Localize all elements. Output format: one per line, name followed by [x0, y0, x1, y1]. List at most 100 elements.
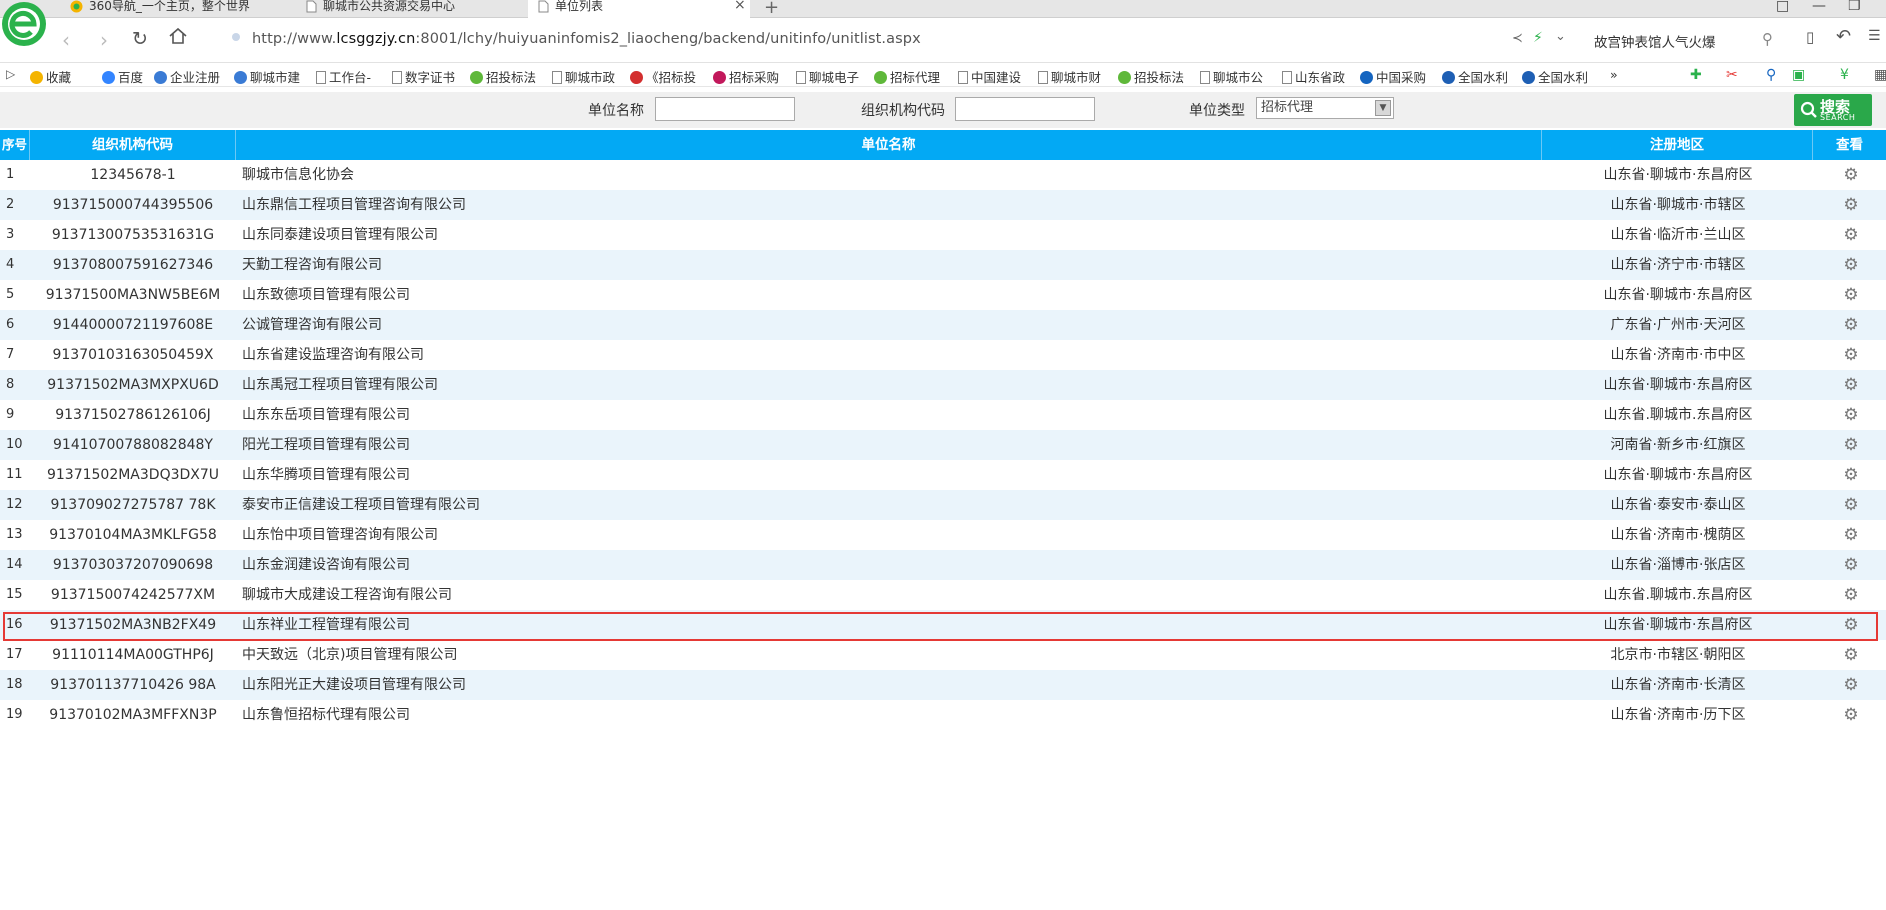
selected-row-highlight	[3, 612, 1878, 641]
view-gear-icon[interactable]: ⚙	[1816, 340, 1886, 370]
row-index: 15	[6, 587, 23, 602]
bookmark-label: 全国水利	[1458, 70, 1509, 85]
row-index: 5	[6, 287, 15, 302]
bookmark-item[interactable]: 山东省政	[1282, 67, 1345, 86]
tab-label: 聊城市公共资源交易中心	[323, 0, 456, 13]
view-gear-icon[interactable]: ⚙	[1816, 520, 1886, 550]
row-index: 18	[6, 677, 23, 692]
bookmark-item[interactable]: 企业注册	[154, 67, 220, 86]
bookmark-item[interactable]: 招标采购	[713, 67, 779, 86]
page-icon	[1200, 71, 1210, 84]
bookmark-item[interactable]: 聊城市财	[1038, 67, 1101, 86]
minimize-icon[interactable]: —	[1812, 0, 1826, 14]
view-gear-icon[interactable]: ⚙	[1816, 580, 1886, 610]
unit-name-cell: 山东禹冠工程项目管理有限公司	[242, 377, 438, 393]
bookmark-item[interactable]: 收藏	[30, 67, 71, 86]
search-button[interactable]: 搜索 SEARCH	[1794, 94, 1872, 126]
scissors-icon[interactable]: ✂	[1726, 67, 1738, 83]
view-gear-icon[interactable]: ⚙	[1816, 310, 1886, 340]
view-gear-icon[interactable]: ⚙	[1816, 430, 1886, 460]
bookmark-item[interactable]: 全国水利	[1442, 67, 1508, 86]
view-gear-icon[interactable]: ⚙	[1816, 670, 1886, 700]
view-gear-icon[interactable]: ⚙	[1816, 700, 1886, 730]
view-gear-icon[interactable]: ⚙	[1816, 490, 1886, 520]
table-row: 17 91110114MA00GTHP6J 中天致远（北京)项目管理有限公司 北京市·…	[0, 640, 1886, 670]
tab-360-nav[interactable]: 360导航_一个主页，整个世界	[70, 0, 300, 18]
table-row: 7 91370103163050459X 山东省建设监理咨询有限公司 山东省·济南市·…	[0, 340, 1886, 370]
forward-icon[interactable]: ›	[100, 28, 108, 52]
bookmark-more-button[interactable]: »	[1610, 67, 1618, 82]
org-code-cell: 913703037207090698	[52, 557, 214, 573]
bookmark-item[interactable]: 聊城市公	[1200, 67, 1263, 86]
bookmark-item[interactable]: 《招标投	[630, 67, 696, 86]
grid-icon[interactable]: ▦	[1874, 67, 1886, 83]
new-tab-button[interactable]: +	[764, 0, 779, 18]
row-index: 14	[6, 557, 23, 572]
search-icon[interactable]: ⚲	[1766, 67, 1776, 83]
bookmark-item[interactable]: 百度	[102, 67, 143, 86]
tab-close-icon[interactable]: ×	[734, 0, 746, 12]
view-gear-icon[interactable]: ⚙	[1816, 160, 1886, 190]
bookmark-item[interactable]: 中国建设	[958, 67, 1021, 86]
add-icon[interactable]: ✚	[1690, 67, 1702, 83]
red-icon	[630, 71, 643, 84]
web-search-input[interactable]: 故宫钟表馆人气火爆 ⚲	[1580, 26, 1780, 54]
reload-icon[interactable]: ↻	[132, 28, 148, 50]
chevron-down-icon[interactable]: ⌄	[1555, 29, 1566, 44]
skin-icon[interactable]: □	[1776, 0, 1789, 14]
header-index: 序号	[0, 130, 30, 160]
home-icon[interactable]	[168, 26, 188, 51]
tab-unit-list[interactable]: 单位列表 ×	[528, 0, 750, 18]
search-button-sublabel: SEARCH	[1820, 113, 1856, 122]
region-cell: 山东省·济宁市·市辖区	[1610, 257, 1746, 273]
row-index: 6	[6, 317, 15, 332]
bookmark-item[interactable]: 招标代理	[874, 67, 940, 86]
bookmark-label: 招标采购	[729, 70, 780, 85]
region-cell: 广东省·广州市·天河区	[1610, 317, 1746, 333]
unit-name-cell: 山东华腾项目管理有限公司	[242, 467, 410, 483]
org-code-cell: 91371300753531631G	[51, 227, 215, 243]
region-cell: 山东省·淄博市·张店区	[1610, 557, 1746, 573]
flag-icon	[1360, 71, 1373, 84]
back-icon[interactable]: ‹	[62, 28, 70, 52]
view-gear-icon[interactable]: ⚙	[1816, 370, 1886, 400]
restore-icon[interactable]: ❐	[1848, 0, 1861, 14]
bookmark-item[interactable]: 招投标法	[470, 67, 536, 86]
view-gear-icon[interactable]: ⚙	[1816, 460, 1886, 490]
table-row: 5 91371500MA3NW5BE6M 山东致德项目管理有限公司 山东省·聊城市·东…	[0, 280, 1886, 310]
sidebar-toggle-icon[interactable]: ▷	[6, 67, 15, 81]
view-gear-icon[interactable]: ⚙	[1816, 250, 1886, 280]
bookmark-item[interactable]: 聊城市建	[234, 67, 300, 86]
game-icon[interactable]: ▣	[1792, 67, 1805, 83]
yen-icon[interactable]: ¥	[1840, 67, 1849, 83]
view-gear-icon[interactable]: ⚙	[1816, 280, 1886, 310]
bookmark-item[interactable]: 聊城市政	[552, 67, 615, 86]
table-row: 19 91370102MA3MFFXN3P 山东鲁恒招标代理有限公司 山东省·济南市·…	[0, 700, 1886, 730]
view-gear-icon[interactable]: ⚙	[1816, 190, 1886, 220]
browser-logo-icon	[0, 0, 50, 52]
bookmark-label: 山东省政	[1295, 70, 1346, 85]
bookmark-item[interactable]: 招投标法	[1118, 67, 1184, 86]
view-gear-icon[interactable]: ⚙	[1816, 220, 1886, 250]
view-gear-icon[interactable]: ⚙	[1816, 400, 1886, 430]
undo-icon[interactable]: ↶	[1836, 26, 1851, 47]
org-code-cell: 9137150074242577XM	[50, 587, 216, 603]
share-icon[interactable]: ≺	[1512, 31, 1523, 46]
org-code-input[interactable]	[955, 97, 1095, 121]
view-gear-icon[interactable]: ⚙	[1816, 640, 1886, 670]
bookmark-item[interactable]: 中国采购	[1360, 67, 1426, 86]
unit-type-value: 招标代理	[1261, 100, 1314, 115]
bookmark-item[interactable]: 工作台-	[316, 67, 371, 86]
bookmark-item[interactable]: 数字证书	[392, 67, 455, 86]
search-icon[interactable]: ⚲	[1762, 30, 1773, 48]
green-icon	[1118, 71, 1131, 84]
bookmark-item[interactable]: 聊城电子	[796, 67, 859, 86]
tab-liaocheng-center[interactable]: 聊城市公共资源交易中心	[306, 0, 526, 18]
bookmark-item[interactable]: 全国水利	[1522, 67, 1588, 86]
lightning-icon[interactable]: ⚡	[1533, 30, 1543, 46]
view-gear-icon[interactable]: ⚙	[1816, 550, 1886, 580]
mobile-icon[interactable]: ▯	[1806, 28, 1814, 46]
unit-name-input[interactable]	[655, 97, 795, 121]
menu-icon[interactable]: ☰	[1868, 28, 1881, 44]
unit-type-select[interactable]: 招标代理 ▼	[1256, 97, 1394, 119]
